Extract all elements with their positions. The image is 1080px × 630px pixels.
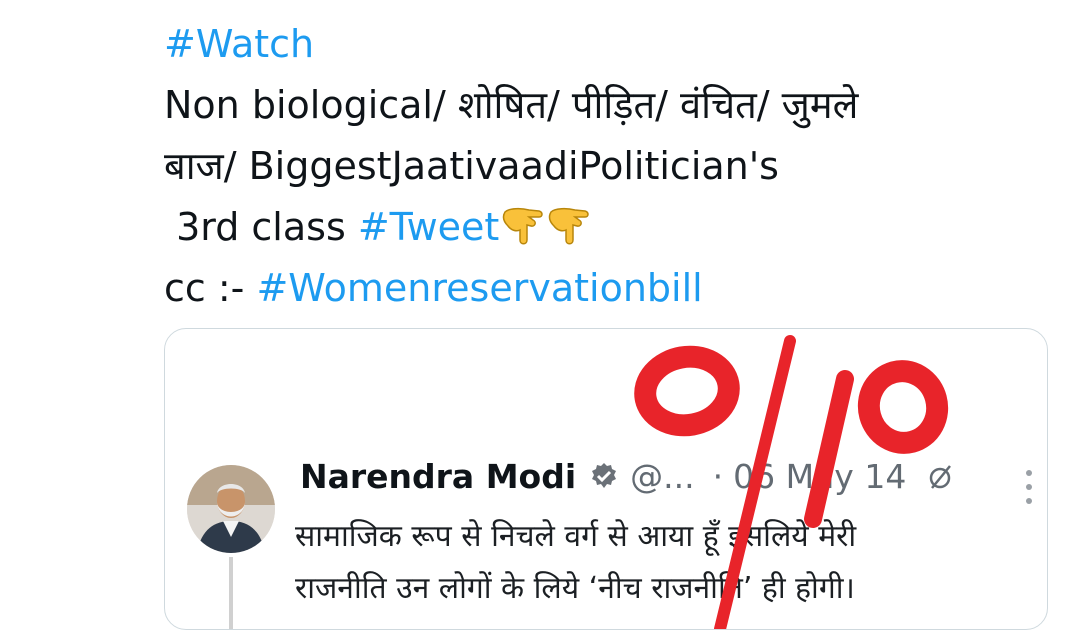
tweet-line-3: बाज/ BiggestJaativaadiPolitician's — [164, 144, 779, 188]
tweet-line-4: 3rd class #Tweet — [164, 197, 1044, 258]
embedded-body-line-2: राजनीति उन लोगों के लिये ‘नीच राजनीति’ ह… — [295, 571, 855, 606]
embedded-author-avatar — [187, 465, 275, 553]
embedded-body-line-1: सामाजिक रूप से निचले वर्ग से आया हूँ इसल… — [295, 519, 857, 554]
more-options-icon — [1026, 470, 1032, 504]
embedded-tweet-body: सामाजिक रूप से निचले वर्ग से आया हूँ इसल… — [295, 511, 1015, 615]
tweet-line-5-prefix: cc :- — [164, 266, 257, 310]
embedded-author-name: Narendra Modi — [300, 457, 577, 496]
header-separator: · — [712, 457, 724, 496]
hashtag-watch-link[interactable]: #Watch — [164, 22, 314, 66]
verified-badge-icon — [592, 462, 617, 488]
share-link-icon — [930, 464, 952, 489]
pointing-down-emoji-icon — [503, 207, 544, 245]
hashtag-tweet-link[interactable]: #Tweet — [358, 205, 500, 249]
tweet-text: #Watch Non biological/ शोषित/ पीड़ित/ वं… — [164, 14, 1044, 319]
hashtag-women-reservation-bill-link[interactable]: #Womenreservationbill — [256, 266, 702, 310]
embedded-tweet-header: Narendra Modi @... · 06 May 14 — [300, 457, 956, 496]
embedded-tweet-date: 06 May 14 — [733, 457, 907, 496]
pointing-down-emoji-icon — [549, 207, 590, 245]
tweet-line-5: cc :- #Womenreservationbill — [164, 258, 1044, 319]
attached-image[interactable]: Narendra Modi @... · 06 May 14 सामाजिक र… — [164, 328, 1048, 630]
thread-connector-line — [229, 557, 233, 629]
tweet-line-4-prefix: 3rd class — [164, 205, 358, 249]
tweet-line-1: #Watch — [164, 14, 1044, 75]
tweet-line-2: Non biological/ शोषित/ पीड़ित/ वंचित/ जु… — [164, 83, 859, 127]
embedded-author-handle: @... — [630, 457, 695, 496]
